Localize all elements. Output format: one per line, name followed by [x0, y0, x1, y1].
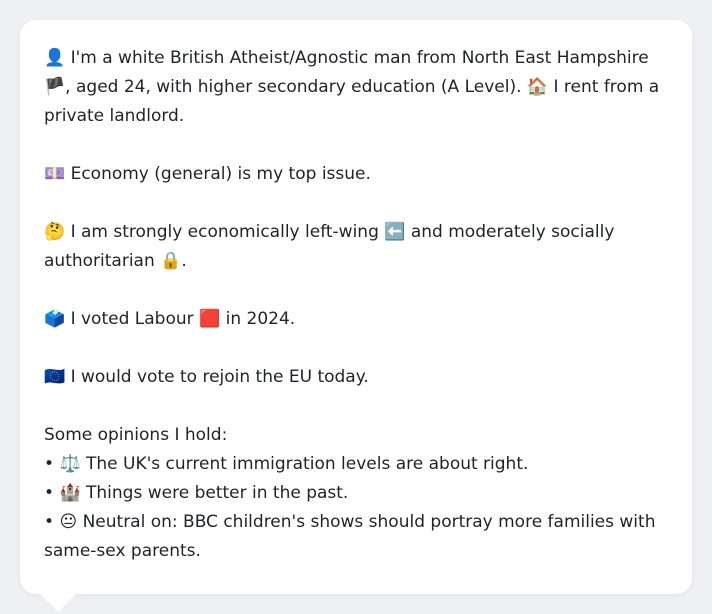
- intro-text-1: I'm a white British Atheist/Agnostic man…: [70, 48, 649, 68]
- eu-paragraph: 🇪🇺 I would vote to rejoin the EU today.: [44, 363, 668, 392]
- eu-flag-icon: 🇪🇺: [44, 367, 66, 387]
- england-flag-icon: 🏴: [44, 77, 66, 97]
- intro-paragraph: 👤 I'm a white British Atheist/Agnostic m…: [44, 44, 668, 131]
- lock-icon: 🔒: [160, 251, 182, 271]
- speech-bubble-tail: [40, 594, 76, 612]
- person-icon: 👤: [44, 48, 66, 68]
- profile-message-card: 👤 I'm a white British Atheist/Agnostic m…: [20, 20, 692, 594]
- thinking-face-icon: 🤔: [44, 222, 66, 242]
- red-square-icon: 🟥: [199, 309, 221, 329]
- bullet: •: [44, 512, 55, 532]
- vote-text-1: I voted Labour: [70, 309, 194, 329]
- house-icon: 🏠: [526, 77, 549, 97]
- opinion-item: • 🏰 Things were better in the past.: [44, 479, 668, 508]
- top-issue-paragraph: 💷 Economy (general) is my top issue.: [44, 160, 668, 189]
- balance-scale-icon: ⚖️: [59, 454, 81, 474]
- bullet: •: [44, 454, 55, 474]
- opinion-text: The UK's current immigration levels are …: [86, 454, 529, 474]
- opinion-item: • 😐 Neutral on: BBC children's shows sho…: [44, 508, 668, 566]
- ideology-text-3: .: [181, 251, 187, 271]
- left-arrow-icon: ⬅️: [384, 222, 406, 242]
- bullet: •: [44, 483, 55, 503]
- vote-paragraph: 🗳️ I voted Labour 🟥 in 2024.: [44, 305, 668, 334]
- opinion-text: Things were better in the past.: [86, 483, 349, 503]
- top-issue-text: Economy (general) is my top issue.: [70, 164, 371, 184]
- money-icon: 💷: [44, 164, 66, 184]
- ideology-text-1: I am strongly economically left-wing: [70, 222, 379, 242]
- neutral-face-icon: 😐: [59, 512, 78, 532]
- castle-icon: 🏰: [59, 483, 81, 503]
- opinions-heading: Some opinions I hold:: [44, 425, 228, 445]
- vote-text-2: in 2024.: [225, 309, 296, 329]
- ballot-box-icon: 🗳️: [44, 309, 66, 329]
- opinion-text: Neutral on: BBC children's shows should …: [44, 512, 656, 561]
- opinion-item: • ⚖️ The UK's current immigration levels…: [44, 450, 668, 479]
- eu-text: I would vote to rejoin the EU today.: [70, 367, 369, 387]
- ideology-paragraph: 🤔 I am strongly economically left-wing ⬅…: [44, 218, 668, 276]
- intro-text-2: , aged 24, with higher secondary educati…: [65, 77, 522, 97]
